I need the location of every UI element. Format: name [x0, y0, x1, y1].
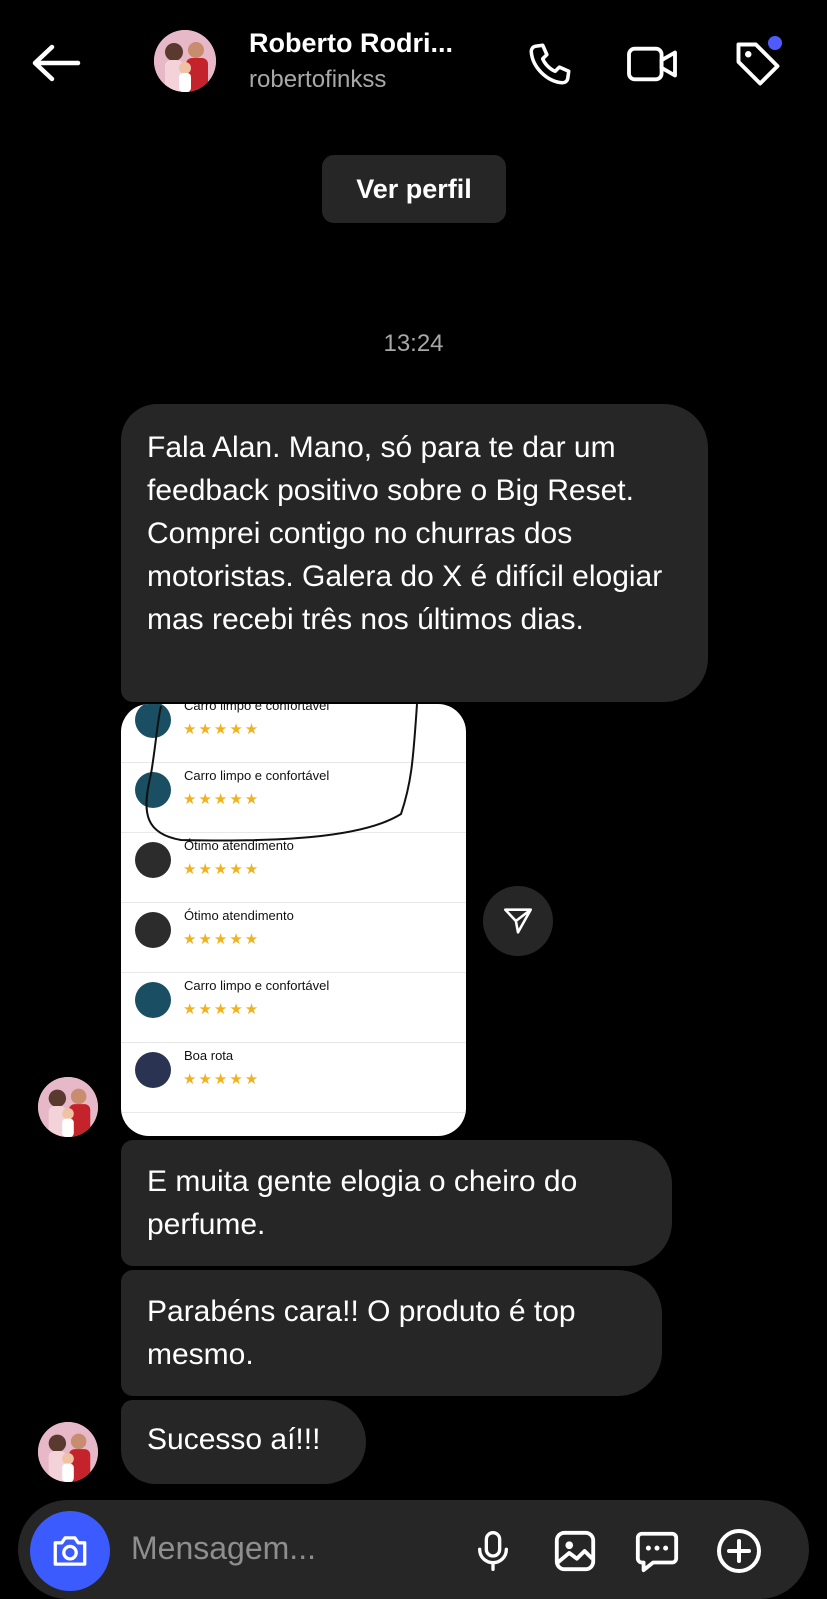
camera-button[interactable] — [30, 1511, 110, 1591]
hand-drawn-circle — [145, 704, 418, 842]
add-plus-icon[interactable] — [712, 1524, 766, 1578]
phone-call-icon[interactable] — [522, 36, 578, 92]
video-call-icon[interactable] — [624, 36, 680, 92]
sender-avatar[interactable] — [38, 1077, 98, 1137]
message-bubble[interactable]: Parabéns cara!! O produto é top mesmo. — [121, 1270, 662, 1396]
notification-dot — [768, 36, 782, 50]
sender-avatar[interactable] — [38, 1422, 98, 1482]
contact-username[interactable]: robertofinkss — [249, 66, 386, 94]
message-timestamp: 13:24 — [383, 330, 444, 357]
microphone-icon[interactable] — [466, 1524, 520, 1578]
contact-name[interactable]: Roberto Rodri... — [249, 28, 453, 59]
tag-icon[interactable] — [730, 36, 786, 92]
message-bubble[interactable]: Sucesso aí!!! — [121, 1400, 366, 1484]
message-bubble[interactable]: E muita gente elogia o cheiro do perfume… — [121, 1140, 672, 1266]
message-composer: Mensagem... — [18, 1500, 809, 1599]
chat-header: Roberto Rodri... robertofinkss — [0, 0, 827, 125]
sticker-chat-icon[interactable] — [630, 1524, 684, 1578]
shared-image[interactable]: Carro limpo e confortável ★★★★★ Carro li… — [121, 704, 466, 1136]
camera-icon — [53, 1536, 87, 1566]
gallery-icon[interactable] — [548, 1524, 602, 1578]
message-bubble[interactable]: Fala Alan. Mano, só para te dar um feedb… — [121, 404, 708, 702]
contact-avatar[interactable] — [154, 30, 216, 92]
view-profile-button[interactable]: Ver perfil — [322, 155, 506, 223]
share-send-icon[interactable] — [483, 886, 553, 956]
message-input[interactable]: Mensagem... — [131, 1530, 316, 1567]
back-arrow-icon[interactable] — [30, 38, 90, 88]
